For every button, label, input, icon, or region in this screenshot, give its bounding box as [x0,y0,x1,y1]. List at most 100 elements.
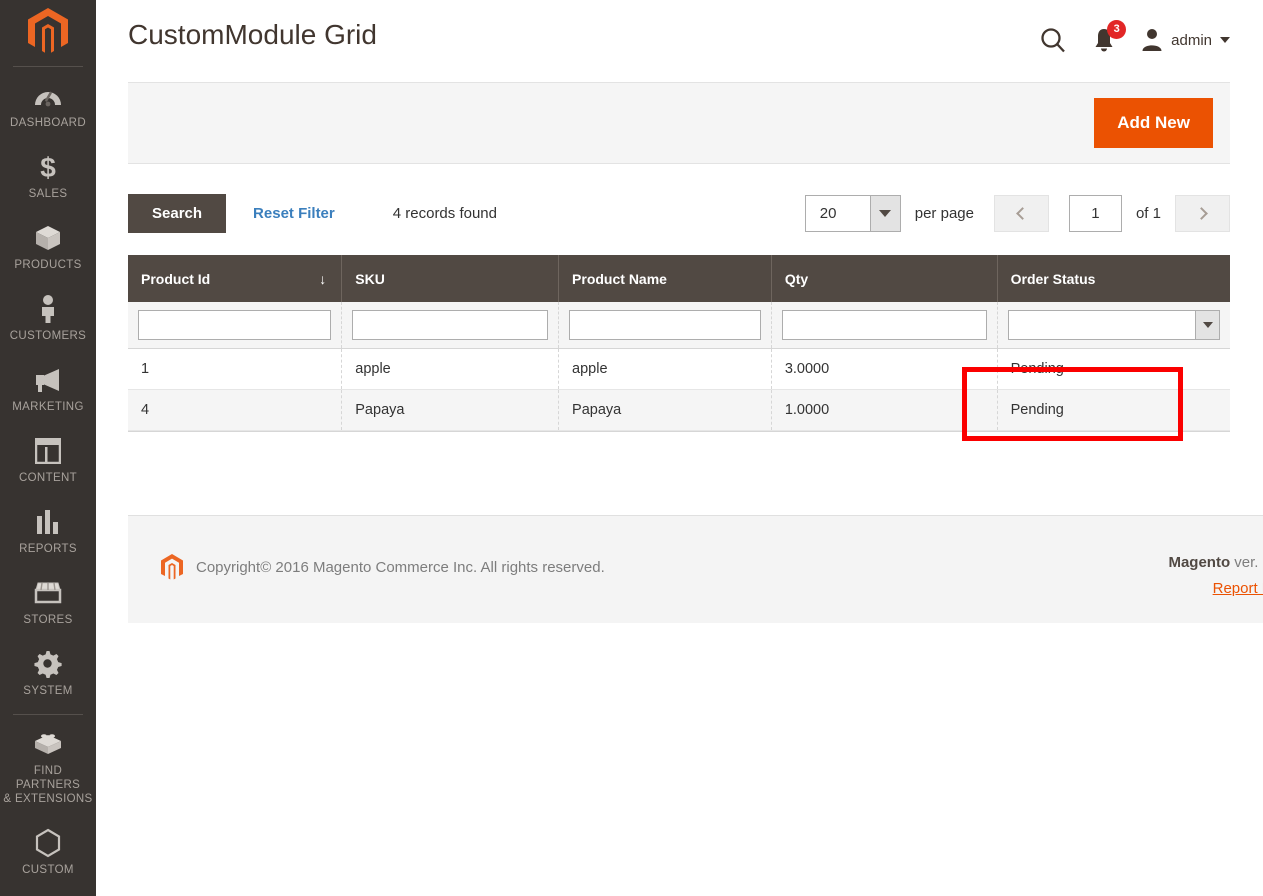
search-button[interactable]: Search [128,194,227,233]
sidebar-item-label: STORES [23,614,73,626]
svg-text:$: $ [40,152,56,182]
sidebar-item-find-partners-extensions[interactable]: FIND PARTNERS & EXTENSIONS [0,717,96,816]
sidebar-item-label: MARKETING [12,401,84,413]
table-row[interactable]: 4 Papaya Papaya 1.0000 Pending [128,389,1230,431]
sidebar-item-label: CUSTOM [22,864,74,876]
filter-cell-product-id [128,302,343,349]
admin-user-name: admin [1171,31,1212,49]
filter-input-product-id[interactable] [138,310,332,340]
dollar-icon: $ [37,152,59,182]
filter-input-qty[interactable] [781,310,987,340]
custom-module-grid-table: Product Id ↓ SKU Product Name Qty Order … [128,255,1230,431]
grid-bottom-border [128,431,1230,432]
sidebar-item-sales[interactable]: $ SALES [0,140,96,211]
header-tools: 3 admin [1039,14,1230,54]
cell-sku: Papaya [341,389,560,431]
filter-cell-sku [341,302,560,349]
per-page-select[interactable]: 20 [804,195,901,232]
column-header-sku[interactable]: SKU [341,255,560,302]
sidebar-divider-top [13,66,83,67]
layout-icon [35,436,61,466]
copyright-text: Copyright© 2016 Magento Commerce Inc. Al… [196,559,605,576]
cell-order-status: Pending [997,348,1230,390]
grid-header-row: Product Id ↓ SKU Product Name Qty Order … [128,255,1230,302]
cell-product-id: 4 [128,389,343,431]
chevron-right-icon [1194,207,1208,220]
footer-version-block: Magento ver. 2.0.0 Report Bugs [1168,554,1263,598]
table-row[interactable]: 1 apple apple 3.0000 Pending [128,348,1230,390]
per-page-label: per page [914,205,974,222]
column-header-qty[interactable]: Qty [771,255,998,302]
sidebar-item-customers[interactable]: CUSTOMERS [0,282,96,353]
bar-chart-icon [35,507,61,537]
column-header-label: Qty [784,270,809,287]
per-page-value: 20 [819,205,837,222]
person-icon [38,294,58,324]
page-title: CustomModule Grid [128,19,377,50]
filter-select-value [1009,311,1195,339]
total-pages-label: of 1 [1135,205,1161,222]
bell-icon[interactable]: 3 [1093,19,1127,53]
page-header: CustomModule Grid 3 admin [96,0,1263,70]
magento-logo[interactable] [0,4,96,60]
chevron-left-icon [1016,207,1030,220]
cell-product-id: 1 [128,348,343,390]
sidebar-item-content[interactable]: CONTENT [0,424,96,495]
column-header-label: Product Name [572,270,667,287]
column-header-order-status[interactable]: Order Status [997,255,1230,302]
sidebar-item-marketing[interactable]: MARKETING [0,353,96,424]
admin-user-menu[interactable]: admin [1141,28,1230,52]
grid-toolbar: Search Reset Filter 4 records found 20 p… [128,164,1230,255]
sidebar-item-label: CONTENT [18,472,78,484]
sidebar-item-custom[interactable]: CUSTOM [0,816,96,887]
next-page-button[interactable] [1175,195,1230,232]
magento-logo-icon [28,8,68,53]
sidebar-item-stores[interactable]: STORES [0,566,96,637]
notifications-badge: 3 [1107,19,1127,39]
chevron-down-icon [1220,37,1230,43]
grid-container: Search Reset Filter 4 records found 20 p… [128,164,1230,432]
search-icon[interactable] [1039,26,1067,54]
storefront-icon [33,578,63,608]
filter-cell-product-name [558,302,772,349]
column-header-product-id[interactable]: Product Id ↓ [128,255,343,302]
filter-cell-order-status [997,302,1230,349]
filter-select-order-status[interactable] [1007,310,1220,340]
footer-copyright: Copyright© 2016 Magento Commerce Inc. Al… [160,554,605,581]
magento-logo-icon [161,554,183,580]
admin-sidebar: DASHBOARD $ SALES PRODUCTS CUSTOMERS MAR… [0,0,96,896]
column-header-label: Order Status [1010,270,1096,287]
sidebar-item-label: DASHBOARD [10,117,86,129]
grid-pager: 20 per page of 1 [804,195,1230,232]
sidebar-item-label: REPORTS [19,543,77,555]
chevron-down-icon [869,196,900,231]
add-new-button[interactable]: Add New [1094,98,1213,148]
current-page-input[interactable] [1068,195,1122,232]
cell-qty: 3.0000 [771,348,998,390]
cell-sku: apple [341,348,560,390]
reset-filter-link[interactable]: Reset Filter [253,205,335,222]
previous-page-button[interactable] [993,195,1049,232]
filter-input-sku[interactable] [352,310,549,340]
column-header-label: Product Id [141,270,211,287]
sidebar-item-label: SYSTEM [23,685,73,697]
filter-input-product-name[interactable] [569,310,761,340]
chevron-down-icon [1195,311,1219,339]
sidebar-item-label: CUSTOMERS [9,330,87,342]
gear-icon [34,649,62,679]
filter-cell-qty [771,302,998,349]
page-actions-toolbar: Add New [128,82,1230,164]
sidebar-item-system[interactable]: SYSTEM [0,637,96,708]
box-icon [33,223,63,253]
cell-product-name: Papaya [558,389,772,431]
cell-order-status: Pending [997,389,1230,431]
column-header-label: SKU [355,270,385,287]
sidebar-item-label: SALES [28,188,68,200]
column-header-product-name[interactable]: Product Name [558,255,772,302]
sidebar-item-reports[interactable]: REPORTS [0,495,96,566]
sidebar-item-label: PRODUCTS [14,259,82,271]
sidebar-item-products[interactable]: PRODUCTS [0,211,96,282]
sidebar-item-dashboard[interactable]: DASHBOARD [0,69,96,140]
report-bugs-link[interactable]: Report Bugs [1213,580,1263,597]
sidebar-divider-bottom [13,714,83,715]
